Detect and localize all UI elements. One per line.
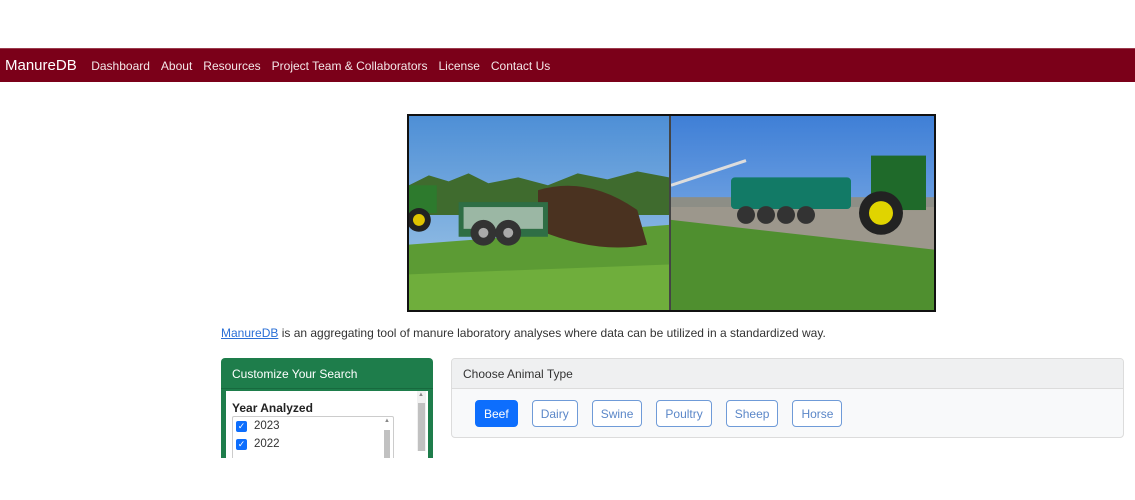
search-panel-scrollbar[interactable]: ▲: [417, 391, 426, 451]
nav-contact-us[interactable]: Contact Us: [491, 59, 550, 73]
customize-search-title: Customize Your Search: [221, 358, 433, 389]
animal-type-buttons: Beef Dairy Swine Poultry Sheep Horse: [452, 389, 1123, 427]
scrollbar-thumb[interactable]: [384, 430, 390, 458]
intro-text: ManureDB is an aggregating tool of manur…: [221, 326, 826, 340]
animal-button-dairy[interactable]: Dairy: [531, 400, 578, 427]
year-option-2022[interactable]: ✓ 2022: [233, 435, 393, 453]
nav-about[interactable]: About: [161, 59, 192, 73]
liquid-manure-tanker-photo: [671, 116, 934, 310]
year-label: 2022: [254, 438, 280, 450]
animal-type-panel: Choose Animal Type Beef Dairy Swine Poul…: [451, 358, 1124, 438]
animal-button-poultry[interactable]: Poultry: [656, 400, 712, 427]
scroll-up-icon[interactable]: ▲: [418, 392, 424, 398]
brand-logo[interactable]: ManureDB: [5, 57, 77, 74]
search-panel-body: ▲ Year Analyzed ✓ 2023 ✓ 2022 ▲: [226, 391, 428, 458]
solid-manure-spreader-photo: [409, 116, 671, 310]
checkbox-checked-icon[interactable]: ✓: [236, 438, 247, 450]
nav-project-team[interactable]: Project Team & Collaborators: [272, 59, 428, 73]
animal-button-beef[interactable]: Beef: [475, 400, 518, 427]
checkbox-checked-icon[interactable]: ✓: [236, 420, 247, 432]
year-list-scrollbar[interactable]: ▲: [383, 418, 391, 458]
animal-button-sheep[interactable]: Sheep: [725, 400, 779, 427]
nav-license[interactable]: License: [439, 59, 480, 73]
intro-description: is an aggregating tool of manure laborat…: [278, 326, 826, 340]
manuredb-link[interactable]: ManureDB: [221, 326, 278, 340]
customize-search-panel: Customize Your Search ▲ Year Analyzed ✓ …: [221, 358, 433, 458]
nav-dashboard[interactable]: Dashboard: [91, 59, 150, 73]
top-navbar: ManureDB Dashboard About Resources Proje…: [0, 48, 1135, 82]
animal-button-swine[interactable]: Swine: [591, 400, 643, 427]
year-analyzed-title: Year Analyzed: [232, 401, 313, 415]
hero-image: [407, 114, 936, 312]
scrollbar-thumb[interactable]: [418, 403, 425, 451]
year-label: 2023: [254, 420, 280, 432]
scroll-up-icon[interactable]: ▲: [384, 418, 390, 424]
year-option-2023[interactable]: ✓ 2023: [233, 417, 393, 435]
year-list: ✓ 2023 ✓ 2022 ▲: [232, 416, 394, 458]
nav-resources[interactable]: Resources: [203, 59, 260, 73]
animal-type-title: Choose Animal Type: [452, 359, 1123, 389]
animal-button-horse[interactable]: Horse: [792, 400, 843, 427]
